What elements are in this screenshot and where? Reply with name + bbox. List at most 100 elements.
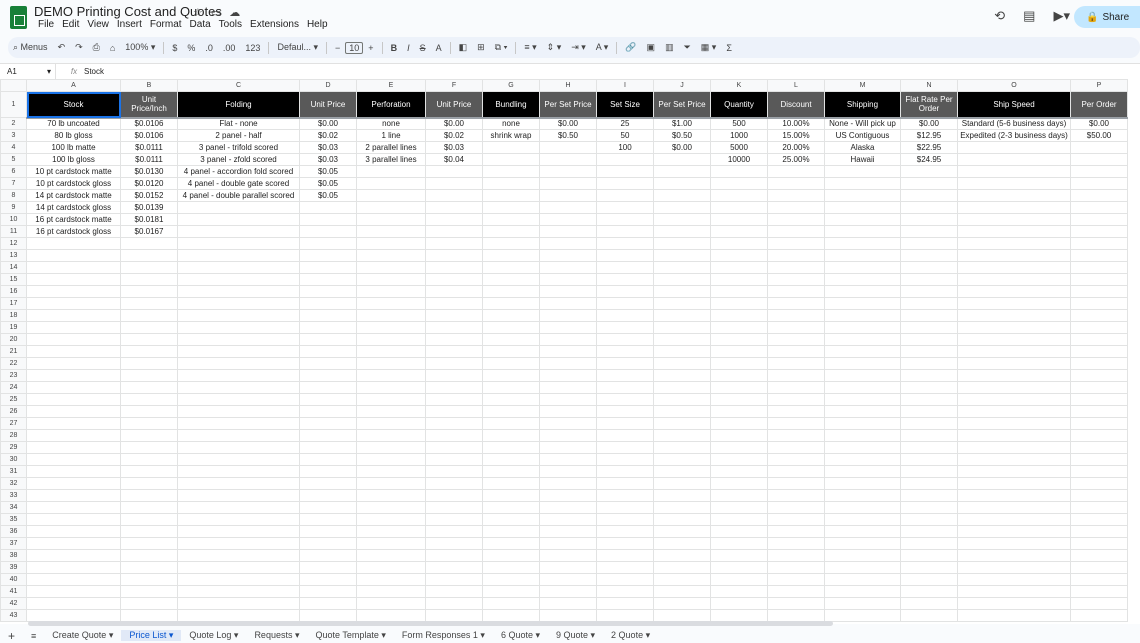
row-header[interactable]: 10	[0, 213, 27, 226]
cell[interactable]	[653, 165, 711, 178]
cell[interactable]	[356, 333, 426, 346]
cell[interactable]: $1.00	[653, 117, 711, 130]
cell[interactable]	[767, 537, 825, 550]
row-header[interactable]: 15	[0, 273, 27, 286]
cell[interactable]	[482, 237, 540, 250]
cell[interactable]	[596, 417, 654, 430]
cell[interactable]	[356, 345, 426, 358]
cell[interactable]: $0.00	[539, 117, 597, 130]
cell[interactable]	[1070, 561, 1128, 574]
menu-help[interactable]: Help	[303, 19, 332, 30]
text-color-button[interactable]: A	[431, 43, 447, 53]
cell[interactable]	[767, 321, 825, 334]
cell[interactable]	[653, 333, 711, 346]
header-cell[interactable]: Bundling	[482, 91, 540, 119]
cell[interactable]: $0.02	[299, 129, 357, 142]
cell[interactable]	[120, 573, 178, 586]
cell[interactable]	[596, 357, 654, 370]
cell[interactable]	[425, 429, 483, 442]
cell[interactable]	[957, 549, 1071, 562]
cell[interactable]	[710, 201, 768, 214]
row-header[interactable]: 2	[0, 117, 27, 130]
cell[interactable]: $12.95	[900, 129, 958, 142]
cell[interactable]	[120, 309, 178, 322]
cell[interactable]	[26, 453, 121, 466]
cell[interactable]	[824, 249, 901, 262]
cell[interactable]	[356, 261, 426, 274]
cell[interactable]	[1070, 189, 1128, 202]
cell[interactable]	[1070, 249, 1128, 262]
filter-icon[interactable]: ⏷	[679, 42, 696, 53]
cell[interactable]	[299, 537, 357, 550]
cell[interactable]	[425, 261, 483, 274]
row-header[interactable]: 21	[0, 345, 27, 358]
cell[interactable]	[957, 441, 1071, 454]
cell[interactable]	[539, 153, 597, 166]
cell[interactable]: $0.05	[299, 189, 357, 202]
cell[interactable]	[539, 321, 597, 334]
cell[interactable]: 50	[596, 129, 654, 142]
print-icon[interactable]: ⎙	[88, 42, 105, 53]
cell[interactable]	[957, 597, 1071, 610]
cell[interactable]	[824, 585, 901, 598]
cell[interactable]	[299, 585, 357, 598]
cell[interactable]	[482, 369, 540, 382]
cell[interactable]	[425, 501, 483, 514]
cell[interactable]	[957, 309, 1071, 322]
cell[interactable]	[425, 441, 483, 454]
cell[interactable]	[177, 561, 300, 574]
cell[interactable]	[824, 393, 901, 406]
cell[interactable]	[356, 357, 426, 370]
cell[interactable]	[482, 537, 540, 550]
merge-cells-icon[interactable]: ⧉ ▾	[490, 42, 513, 53]
cell[interactable]	[482, 525, 540, 538]
cell[interactable]: Flat - none	[177, 117, 300, 130]
cell[interactable]	[596, 441, 654, 454]
cell[interactable]	[957, 141, 1071, 154]
cell[interactable]	[26, 441, 121, 454]
cell[interactable]	[900, 513, 958, 526]
cell[interactable]	[539, 453, 597, 466]
cell[interactable]	[767, 429, 825, 442]
cell[interactable]	[957, 189, 1071, 202]
cell[interactable]	[299, 285, 357, 298]
formula-input[interactable]: Stock	[84, 67, 104, 76]
cell[interactable]	[120, 597, 178, 610]
cell[interactable]	[356, 537, 426, 550]
cell[interactable]	[356, 513, 426, 526]
cell[interactable]: $0.0181	[120, 213, 178, 226]
select-all-corner[interactable]	[0, 79, 27, 92]
menu-tools[interactable]: Tools	[215, 19, 246, 30]
cell[interactable]	[1070, 549, 1128, 562]
cell[interactable]	[596, 213, 654, 226]
column-header-m[interactable]: M	[824, 79, 901, 92]
horizontal-align-icon[interactable]: ≡ ▾	[519, 42, 541, 53]
cell[interactable]	[824, 201, 901, 214]
increase-decimal-button[interactable]: .00	[218, 43, 241, 53]
cell[interactable]	[653, 549, 711, 562]
cell[interactable]	[482, 309, 540, 322]
cell[interactable]: $0.0120	[120, 177, 178, 190]
cell[interactable]	[177, 513, 300, 526]
cell[interactable]	[26, 357, 121, 370]
cell[interactable]	[299, 561, 357, 574]
cell[interactable]	[539, 525, 597, 538]
cell[interactable]	[824, 297, 901, 310]
comments-icon[interactable]: ▤	[1023, 8, 1035, 24]
cell[interactable]: $0.0167	[120, 225, 178, 238]
cell[interactable]	[539, 237, 597, 250]
column-header-j[interactable]: J	[653, 79, 711, 92]
cell[interactable]	[767, 225, 825, 238]
cell[interactable]	[596, 297, 654, 310]
cell[interactable]	[900, 333, 958, 346]
cell[interactable]: $0.00	[299, 117, 357, 130]
cell[interactable]: 100 lb matte	[26, 141, 121, 154]
cell[interactable]	[824, 321, 901, 334]
cell[interactable]	[710, 585, 768, 598]
cell[interactable]	[596, 573, 654, 586]
cell[interactable]	[299, 405, 357, 418]
cell[interactable]	[653, 381, 711, 394]
cell[interactable]: none	[482, 117, 540, 130]
cell[interactable]	[767, 189, 825, 202]
cell[interactable]	[482, 321, 540, 334]
